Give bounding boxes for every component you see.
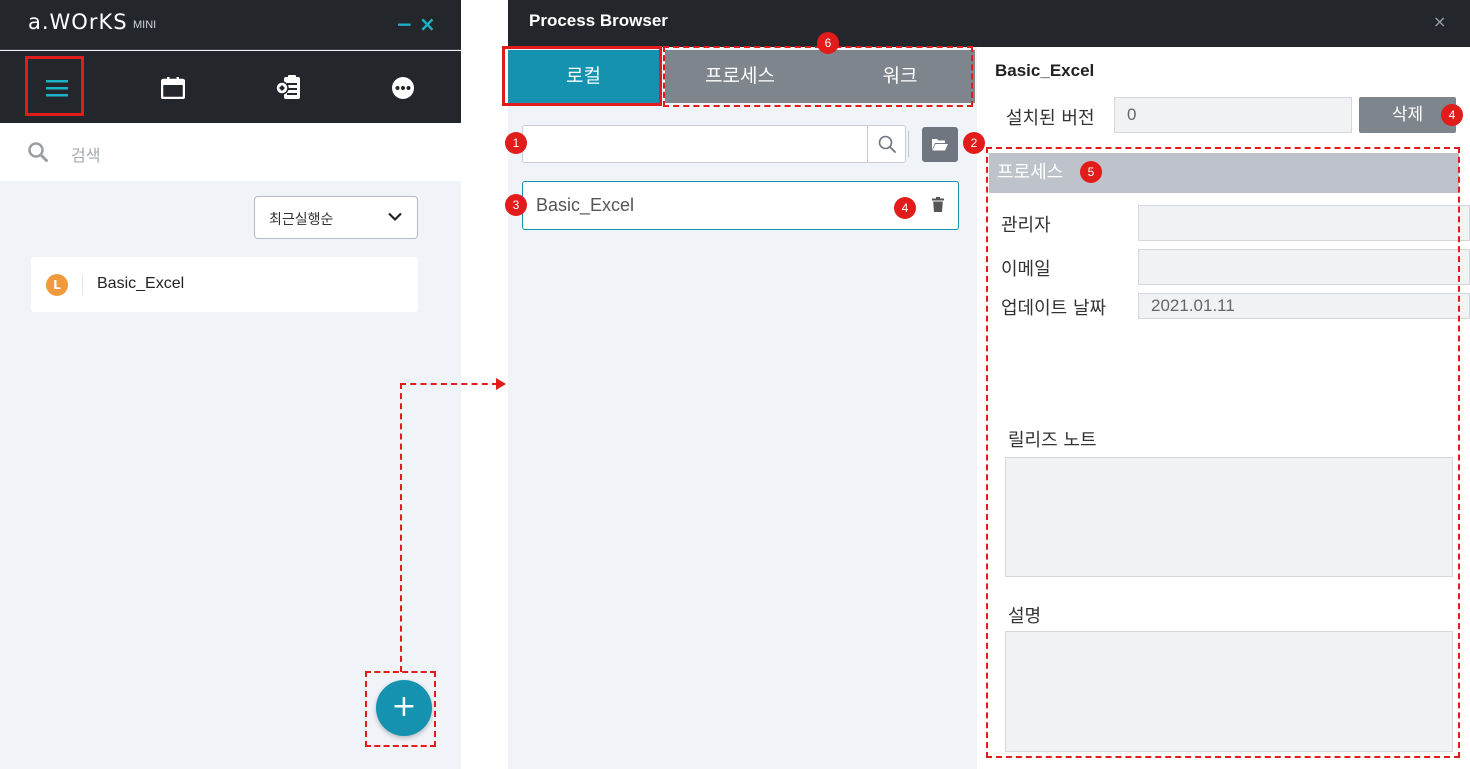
clipboard-icon bbox=[275, 75, 300, 99]
annotation-box-fab bbox=[365, 671, 436, 747]
search-placeholder: 검색 bbox=[71, 146, 101, 165]
callout-4-trash: 4 bbox=[894, 197, 916, 219]
sort-selected-value: 최근실행순 bbox=[269, 212, 334, 228]
pb-search-input[interactable] bbox=[522, 125, 906, 163]
installed-version-label: 설치된 버전 bbox=[1006, 108, 1095, 129]
pb-search-button[interactable] bbox=[867, 126, 905, 162]
folder-open-icon bbox=[932, 139, 948, 151]
chevron-down-icon bbox=[388, 212, 402, 222]
mini-title-bar: a.WOrKS MINI − × bbox=[0, 0, 461, 50]
process-card[interactable]: L Basic_Excel bbox=[31, 257, 418, 312]
mini-search-bar[interactable]: 검색 bbox=[0, 123, 461, 181]
sort-dropdown[interactable]: 최근실행순 bbox=[254, 196, 418, 239]
pb-close-button[interactable]: × bbox=[1433, 12, 1446, 31]
nav-more-button[interactable] bbox=[375, 60, 431, 116]
process-name: Basic_Excel bbox=[97, 275, 185, 292]
callout-2: 2 bbox=[963, 132, 985, 154]
more-icon bbox=[392, 77, 414, 99]
annotation-box-process-tabs bbox=[663, 46, 973, 107]
pb-title: Process Browser bbox=[529, 11, 668, 30]
close-button[interactable]: × bbox=[419, 12, 436, 36]
installed-version-field: 0 bbox=[1114, 97, 1352, 133]
toolbar-separator bbox=[908, 131, 909, 157]
callout-6: 6 bbox=[817, 32, 839, 54]
annotation-box-local-tab bbox=[502, 46, 662, 106]
search-icon bbox=[878, 135, 896, 153]
screenshot-stage: a.WOrKS MINI − × 검색 최근실행순 L Basic_Excel … bbox=[0, 0, 1470, 769]
pb-title-bar: Process Browser × bbox=[508, 0, 1470, 47]
annotation-box-menu bbox=[25, 56, 84, 116]
app-logo-suffix: MINI bbox=[133, 19, 157, 31]
annotation-arrow-horizontal bbox=[400, 383, 498, 385]
annotation-arrow-head bbox=[496, 378, 506, 390]
annotation-box-process-section bbox=[986, 147, 1460, 758]
minimize-button[interactable]: − bbox=[396, 12, 413, 36]
app-logo: a.WOrKS bbox=[28, 10, 128, 34]
callout-1: 1 bbox=[505, 132, 527, 154]
annotation-arrow-vertical bbox=[400, 383, 402, 672]
callout-5: 5 bbox=[1080, 161, 1102, 183]
local-badge: L bbox=[46, 274, 68, 296]
calendar-icon bbox=[161, 77, 185, 99]
callout-3: 3 bbox=[505, 194, 527, 216]
search-icon bbox=[28, 142, 48, 162]
callout-4-delete: 4 bbox=[1441, 104, 1463, 126]
trash-icon[interactable] bbox=[932, 197, 944, 212]
nav-calendar-button[interactable] bbox=[145, 60, 201, 116]
card-divider bbox=[82, 275, 83, 295]
nav-process-button[interactable] bbox=[261, 60, 317, 116]
list-item-name: Basic_Excel bbox=[536, 195, 635, 215]
open-folder-button[interactable] bbox=[922, 127, 958, 162]
detail-title: Basic_Excel bbox=[995, 61, 1095, 80]
